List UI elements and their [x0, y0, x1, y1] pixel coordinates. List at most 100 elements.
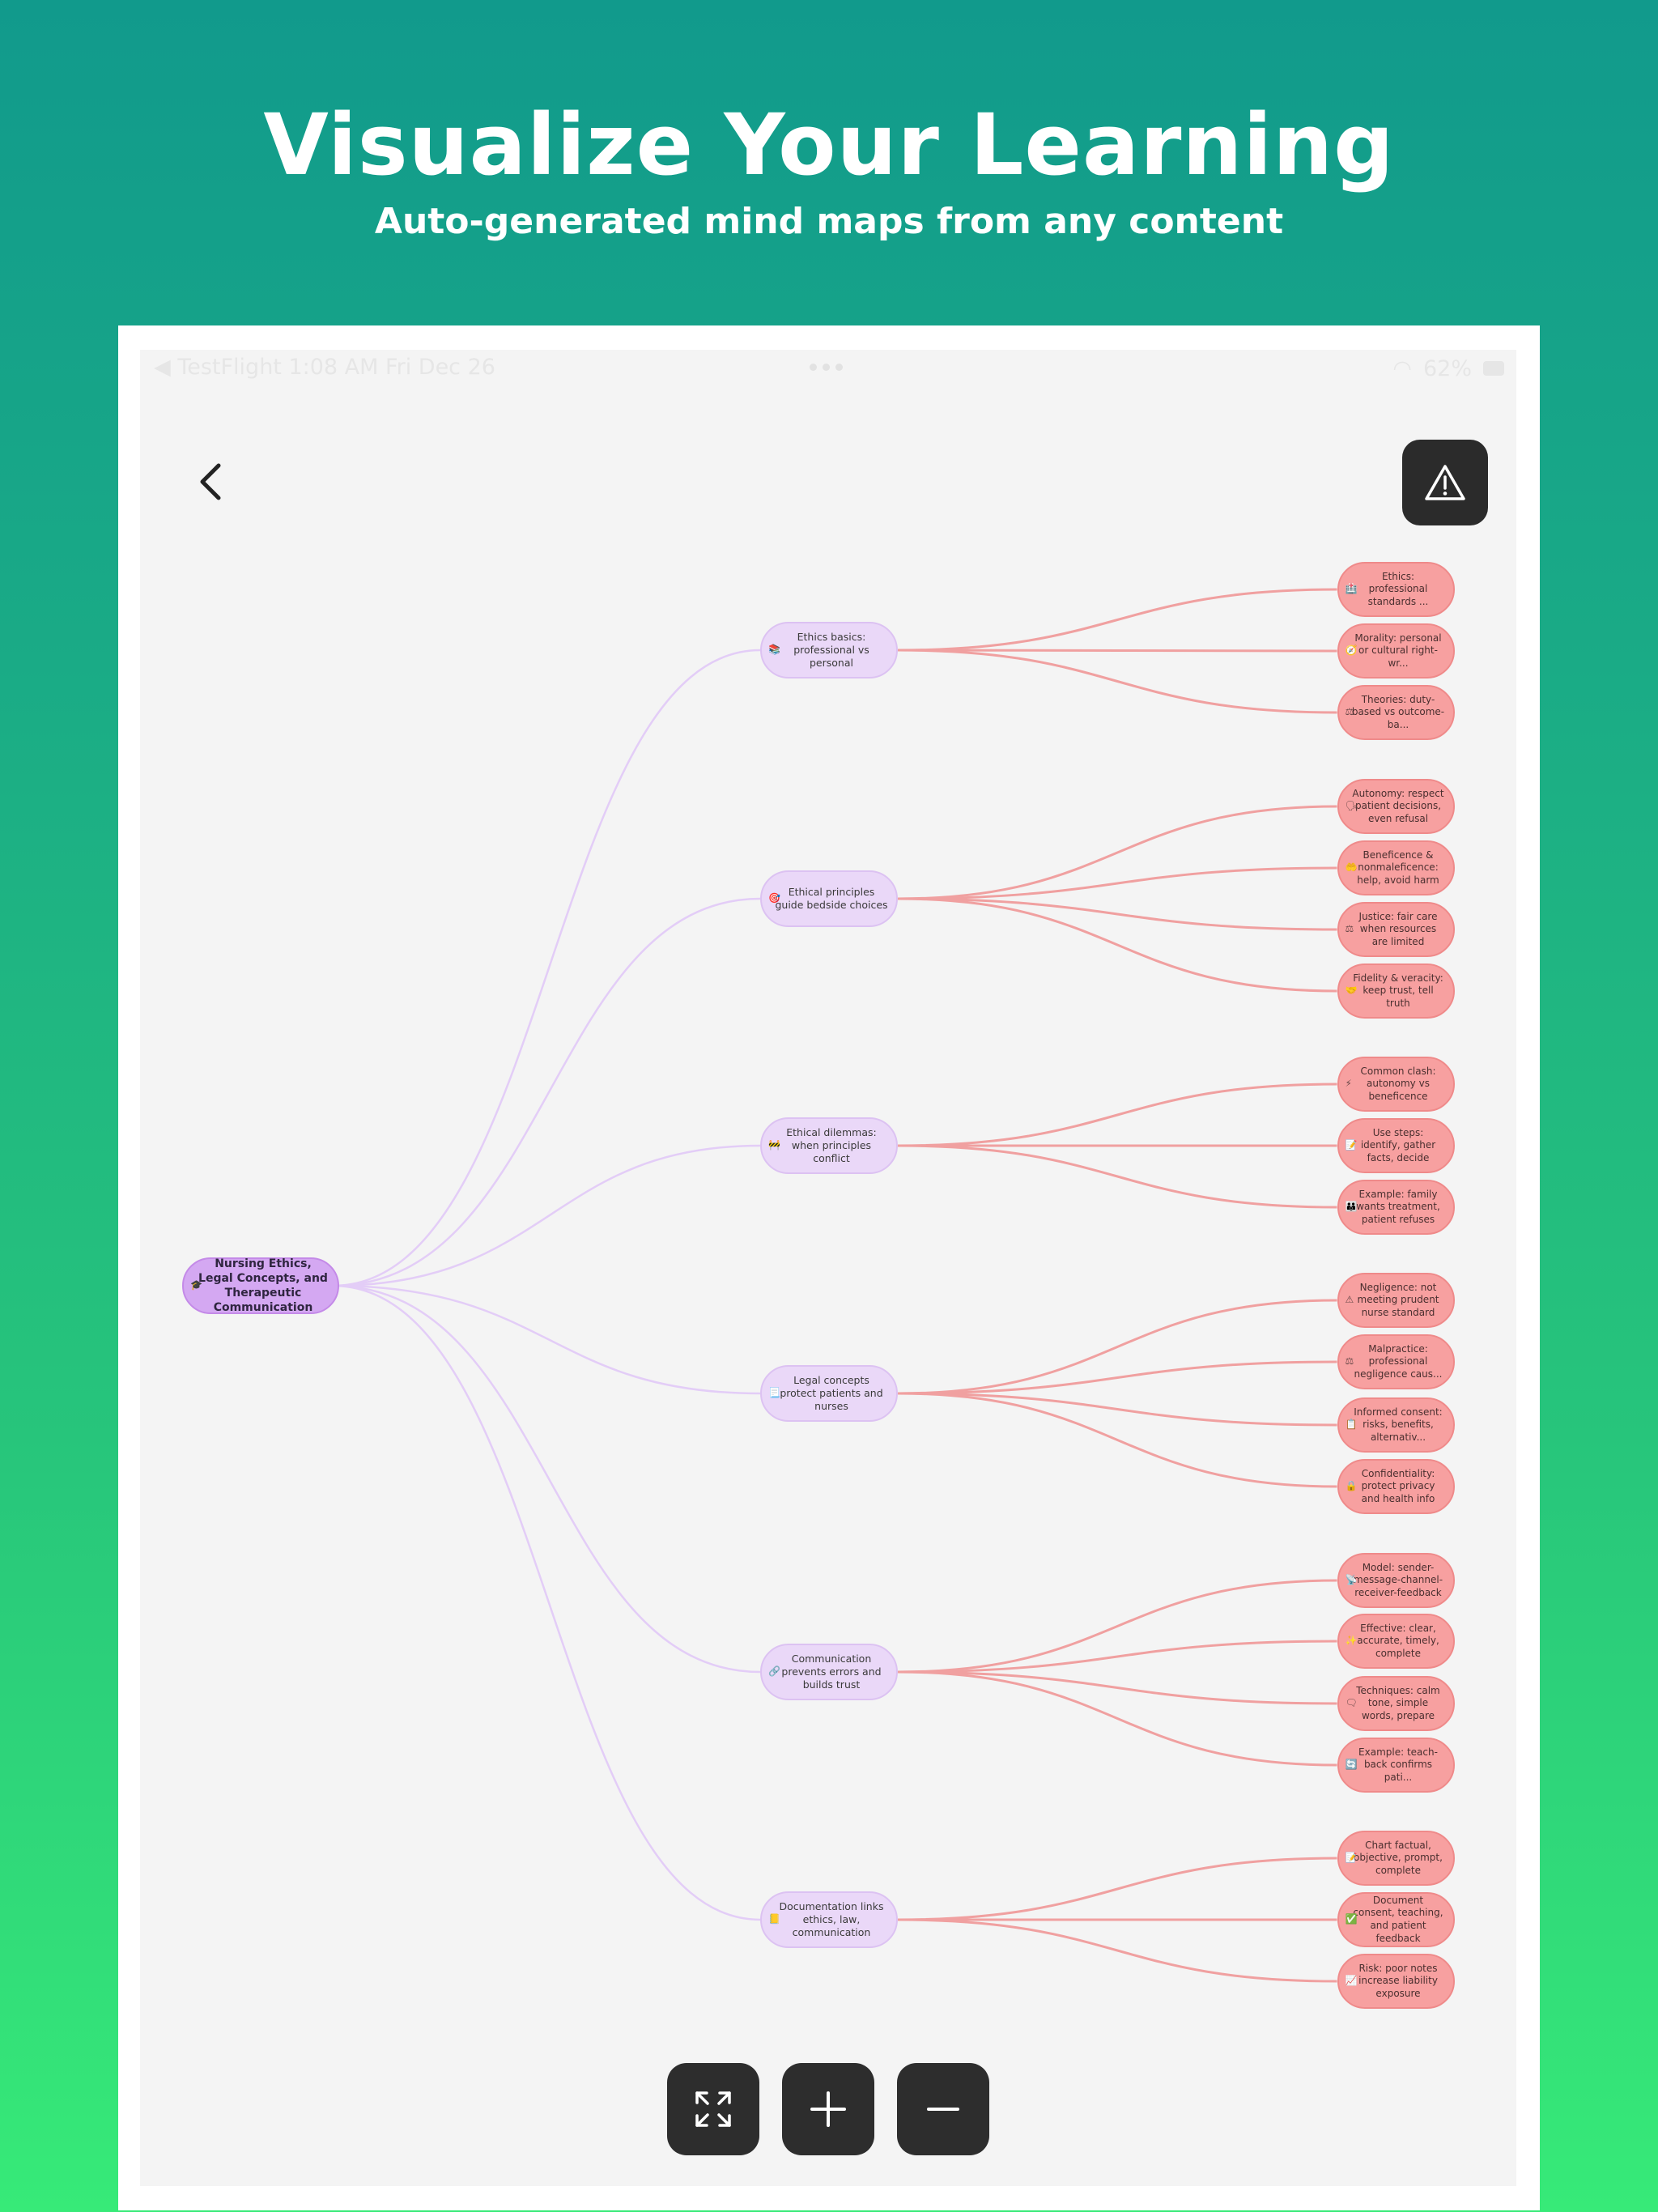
node-label: Ethical principles guide bedside choices — [775, 885, 888, 911]
mindmap-leaf-node[interactable]: ✨ Effective: clear, accurate, timely, com… — [1337, 1614, 1455, 1669]
mindmap-link — [897, 1392, 1337, 1488]
mindmap-link — [897, 588, 1337, 652]
mindmap-link — [332, 649, 761, 1287]
warning-triangle-icon — [1425, 465, 1465, 500]
node-emoji-icon: 📡 — [1345, 1574, 1358, 1586]
mindmap-leaf-node[interactable]: 🔄 Example: teach-back confirms pati... — [1337, 1738, 1455, 1793]
mindmap-link — [897, 649, 1337, 714]
node-label: Documentation links ethics, law, communi… — [779, 1899, 884, 1939]
mindmap-branch-node[interactable]: 📚 Ethics basics: professional vs personal — [760, 622, 898, 678]
fit-to-screen-button[interactable] — [667, 2063, 759, 2155]
node-emoji-icon: ⚠ — [1345, 1294, 1354, 1306]
node-emoji-icon: 🎓 — [190, 1279, 202, 1291]
node-emoji-icon: 🚧 — [768, 1139, 780, 1151]
plus-icon — [810, 2091, 846, 2127]
node-emoji-icon: 📒 — [768, 1913, 780, 1925]
mindmap-leaf-node[interactable]: 🤲 Beneficence & nonmaleficence: help, avo… — [1337, 840, 1455, 895]
node-emoji-icon: ⚖ — [1345, 1355, 1354, 1368]
mindmap-leaf-node[interactable]: ⚖ Theories: duty-based vs outcome-ba... — [1337, 685, 1455, 740]
zoom-out-button[interactable] — [897, 2063, 989, 2155]
node-emoji-icon: ⚖ — [1345, 923, 1354, 935]
mindmap-link — [897, 1640, 1337, 1674]
expand-icon — [695, 2091, 731, 2127]
mindmap-link — [897, 1579, 1337, 1674]
mindmap-leaf-node[interactable]: 📡 Model: sender-message-channel-receiver-… — [1337, 1553, 1455, 1608]
node-label: Legal concepts protect patients and nurs… — [780, 1373, 883, 1413]
node-emoji-icon: 👪 — [1345, 1201, 1358, 1213]
node-label: Justice: fair care when resources are li… — [1358, 910, 1438, 947]
node-emoji-icon: 📝 — [1345, 1139, 1358, 1151]
mindmap-leaf-node[interactable]: 🏥 Ethics: professional standards ... — [1337, 562, 1455, 617]
node-emoji-icon: ✅ — [1345, 1913, 1358, 1925]
mindmap-leaf-node[interactable]: 🔒 Confidentiality: protect privacy and he… — [1337, 1459, 1455, 1514]
mindmap-link — [897, 1670, 1337, 1767]
node-emoji-icon: 🔒 — [1345, 1480, 1358, 1492]
node-label: Malpractice: professional negligence cau… — [1354, 1342, 1443, 1380]
mindmap-link — [897, 1670, 1337, 1705]
mindmap-leaf-node[interactable]: ✅ Document consent, teaching, and patient… — [1337, 1892, 1455, 1947]
mindmap-leaf-node[interactable]: 👪 Example: family wants treatment, patien… — [1337, 1180, 1455, 1235]
node-emoji-icon: 📈 — [1345, 1975, 1358, 1987]
mindmap-branch-node[interactable]: 🔗 Communication prevents errors and build… — [760, 1644, 898, 1700]
node-emoji-icon: ✨ — [1345, 1635, 1358, 1647]
mindmap-branch-node[interactable]: 🎯 Ethical principles guide bedside choice… — [760, 870, 898, 927]
mindmap-leaf-node[interactable]: 📈 Risk: poor notes increase liability exp… — [1337, 1954, 1455, 2009]
node-label: Common clash: autonomy vs beneficence — [1360, 1065, 1436, 1102]
mindmap-link — [897, 1918, 1337, 1983]
node-emoji-icon: 📚 — [768, 644, 780, 656]
mindmap-link — [897, 1144, 1337, 1209]
mindmap-leaf-node[interactable]: 🤝 Fidelity & veracity: keep trust, tell t… — [1337, 963, 1455, 1019]
mindmap-leaf-node[interactable]: 🗣 Autonomy: respect patient decisions, ev… — [1337, 779, 1455, 834]
mindmap-link — [897, 649, 1337, 653]
mindmap-link — [897, 1392, 1337, 1427]
node-emoji-icon: 📋 — [1345, 1419, 1358, 1431]
node-label: Theories: duty-based vs outcome-ba... — [1351, 693, 1445, 730]
node-emoji-icon: 🗨 — [1345, 1697, 1358, 1709]
node-label: Ethics basics: professional vs personal — [793, 630, 869, 670]
back-button[interactable] — [186, 457, 235, 506]
node-label: Communication prevents errors and builds… — [781, 1652, 882, 1691]
node-emoji-icon: 🧭 — [1345, 644, 1358, 657]
mindmap-branch-node[interactable]: 📃 Legal concepts protect patients and nur… — [760, 1365, 898, 1422]
mindmap-leaf-node[interactable]: ⚖ Malpractice: professional negligence ca… — [1337, 1334, 1455, 1389]
mindmap-root-node[interactable]: 🎓 Nursing Ethics, Legal Concepts, and The… — [182, 1257, 339, 1314]
node-label: Negligence: not meeting prudent nurse st… — [1357, 1281, 1439, 1318]
node-label: Nursing Ethics, Legal Concepts, and Ther… — [198, 1257, 328, 1315]
mindmap-leaf-node[interactable]: ⚡ Common clash: autonomy vs beneficence — [1337, 1057, 1455, 1112]
minus-icon — [927, 2108, 959, 2111]
node-emoji-icon: 🤝 — [1345, 985, 1358, 997]
node-emoji-icon: 📃 — [768, 1387, 780, 1399]
mindmap-link — [897, 1360, 1337, 1395]
mindmap-branch-node[interactable]: 📒 Documentation links ethics, law, commun… — [760, 1891, 898, 1948]
mindmap-leaf-node[interactable]: ⚖ Justice: fair care when resources are l… — [1337, 902, 1455, 957]
mindmap-branch-node[interactable]: 🚧 Ethical dilemmas: when principles confl… — [760, 1117, 898, 1174]
mindmap-link — [897, 1299, 1337, 1395]
node-emoji-icon: 🗣 — [1345, 800, 1358, 812]
mindmap-leaf-node[interactable]: 📝 Use steps: identify, gather facts, deci… — [1337, 1118, 1455, 1173]
mindmap-link — [332, 1284, 761, 1395]
mindmap-link — [897, 897, 1337, 993]
node-emoji-icon: 🎯 — [768, 892, 780, 904]
node-emoji-icon: 🔄 — [1345, 1759, 1358, 1771]
mindmap-leaf-node[interactable]: 🗨 Techniques: calm tone, simple words, pr… — [1337, 1676, 1455, 1731]
mindmap-link — [332, 897, 761, 1287]
mindmap-leaf-node[interactable]: 🧭 Morality: personal or cultural right-wr… — [1337, 623, 1455, 678]
report-button[interactable] — [1402, 440, 1488, 525]
mindmap-leaf-node[interactable]: ⚠ Negligence: not meeting prudent nurse s… — [1337, 1273, 1455, 1328]
mindmap-link — [897, 897, 1337, 931]
zoom-in-button[interactable] — [782, 2063, 874, 2155]
node-label: Ethical dilemmas: when principles confli… — [786, 1125, 877, 1165]
node-emoji-icon: 🏥 — [1345, 583, 1358, 595]
chevron-left-icon — [200, 463, 221, 500]
mindmap-link — [897, 1857, 1337, 1921]
node-emoji-icon: ⚖ — [1345, 706, 1354, 718]
node-emoji-icon: 🔗 — [768, 1665, 780, 1678]
mindmap-link — [332, 1284, 761, 1674]
mindmap-leaf-node[interactable]: 📋 Informed consent: risks, benefits, alte… — [1337, 1397, 1455, 1453]
node-emoji-icon: 📝 — [1345, 1852, 1358, 1864]
mindmap-link — [897, 1083, 1337, 1147]
mindmap-link — [897, 866, 1337, 900]
mindmap-link — [897, 805, 1337, 900]
mindmap-leaf-node[interactable]: 📝 Chart factual, objective, prompt, compl… — [1337, 1831, 1455, 1886]
node-emoji-icon: 🤲 — [1345, 861, 1358, 874]
